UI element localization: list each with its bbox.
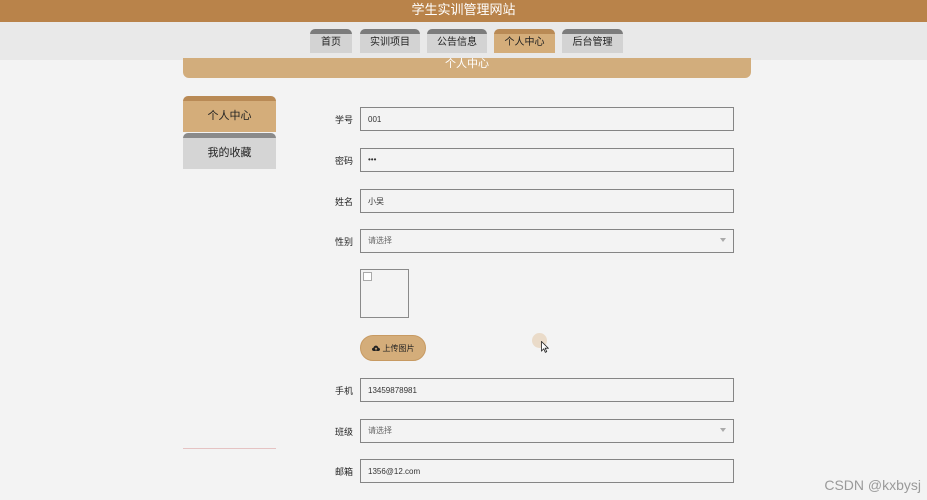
nav-tab-training-projects[interactable]: 实训项目 bbox=[360, 29, 420, 53]
gender-select[interactable]: 请选择 bbox=[360, 229, 734, 253]
email-label: 邮箱 bbox=[334, 467, 353, 477]
nav-tab-announcements[interactable]: 公告信息 bbox=[427, 29, 487, 53]
chevron-down-icon bbox=[720, 238, 726, 242]
upload-button-label: 上传图片 bbox=[382, 343, 415, 353]
name-label: 姓名 bbox=[334, 197, 353, 207]
email-input[interactable] bbox=[360, 459, 734, 483]
chevron-down-icon bbox=[720, 428, 726, 432]
top-nav: 首页 实训项目 公告信息 个人中心 后台管理 bbox=[0, 22, 927, 60]
cloud-upload-icon bbox=[371, 345, 380, 351]
gender-select-placeholder: 请选择 bbox=[368, 236, 392, 245]
class-select[interactable]: 请选择 bbox=[360, 419, 734, 443]
upload-image-button[interactable]: 上传图片 bbox=[360, 335, 426, 361]
broken-image-icon bbox=[363, 272, 372, 281]
name-input[interactable] bbox=[360, 189, 734, 213]
mouse-cursor-icon bbox=[541, 341, 549, 353]
page-banner: 个人中心 bbox=[183, 58, 751, 78]
site-title: 学生实训管理网站 bbox=[411, 2, 516, 17]
nav-tab-personal-center[interactable]: 个人中心 bbox=[494, 29, 555, 53]
avatar-preview-image bbox=[360, 269, 409, 318]
watermark-text: CSDN @kxbysj bbox=[824, 477, 921, 493]
site-header: 学生实训管理网站 bbox=[0, 0, 927, 22]
page-title: 个人中心 bbox=[445, 58, 489, 70]
password-label: 密码 bbox=[334, 156, 353, 166]
phone-label: 手机 bbox=[334, 386, 353, 396]
student-id-label: 学号 bbox=[334, 115, 353, 125]
sidebar-divider bbox=[183, 448, 276, 449]
password-input[interactable]: ••• bbox=[360, 148, 734, 172]
sidebar-item-personal-center[interactable]: 个人中心 bbox=[183, 96, 276, 132]
nav-tab-home[interactable]: 首页 bbox=[310, 29, 352, 53]
phone-input[interactable] bbox=[360, 378, 734, 402]
sidebar-item-favorites[interactable]: 我的收藏 bbox=[183, 133, 276, 169]
nav-tab-admin[interactable]: 后台管理 bbox=[562, 29, 623, 53]
class-select-placeholder: 请选择 bbox=[368, 426, 392, 435]
class-label: 班级 bbox=[334, 427, 353, 437]
student-id-input[interactable] bbox=[360, 107, 734, 131]
gender-label: 性别 bbox=[334, 237, 353, 247]
